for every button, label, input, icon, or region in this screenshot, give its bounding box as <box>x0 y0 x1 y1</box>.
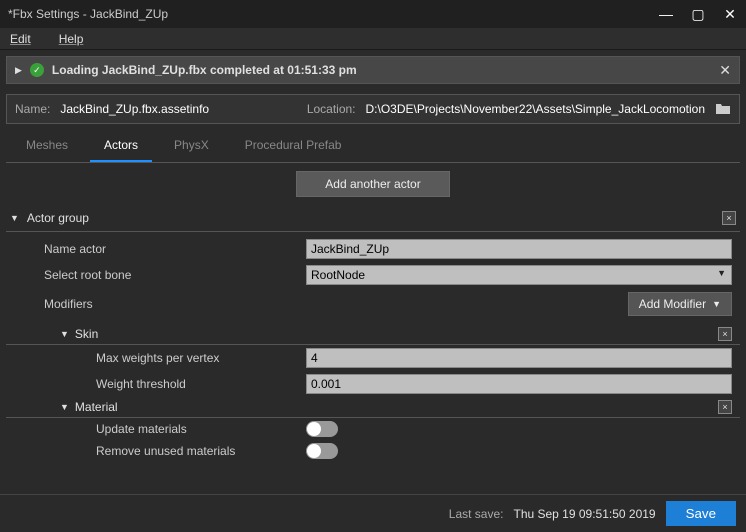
remove-actor-group-button[interactable]: × <box>722 211 736 225</box>
remove-unused-materials-toggle[interactable] <box>306 443 338 459</box>
maximize-button[interactable]: ▢ <box>690 6 706 23</box>
max-weights-label: Max weights per vertex <box>6 351 306 365</box>
footer: Last save: Thu Sep 19 09:51:50 2019 Save <box>0 494 746 532</box>
chevron-down-icon: ▼ <box>712 299 721 309</box>
remove-unused-materials-label: Remove unused materials <box>6 444 306 458</box>
remove-material-button[interactable]: × <box>718 400 732 414</box>
tab-actors[interactable]: Actors <box>90 130 152 162</box>
remove-skin-button[interactable]: × <box>718 327 732 341</box>
select-root-bone-dropdown[interactable] <box>306 265 732 285</box>
material-section-header: ▼ Material × <box>6 397 740 418</box>
file-info-row: Name: JackBind_ZUp.fbx.assetinfo Locatio… <box>6 94 740 124</box>
dismiss-banner-button[interactable]: ✕ <box>719 62 731 79</box>
tab-physx[interactable]: PhysX <box>160 130 223 162</box>
open-folder-icon[interactable] <box>715 101 731 117</box>
skin-expander-icon[interactable]: ▼ <box>60 329 69 339</box>
name-actor-label: Name actor <box>6 242 306 256</box>
actor-group-header: ▼ Actor group × <box>6 205 740 232</box>
location-value: D:\O3DE\Projects\November22\Assets\Simpl… <box>366 102 705 116</box>
save-button[interactable]: Save <box>666 501 736 526</box>
location-label: Location: <box>307 102 356 116</box>
actors-panel: ▼ Actor group × Name actor Select root b… <box>0 205 746 494</box>
tab-meshes[interactable]: Meshes <box>12 130 82 162</box>
update-materials-toggle[interactable] <box>306 421 338 437</box>
name-actor-input[interactable] <box>306 239 732 259</box>
status-banner: ▶ ✓ Loading JackBind_ZUp.fbx completed a… <box>6 56 740 84</box>
actor-group-form: Name actor Select root bone Modifiers Ad… <box>6 232 740 466</box>
add-another-bar: Add another actor <box>0 163 746 205</box>
add-another-actor-button[interactable]: Add another actor <box>296 171 449 197</box>
add-modifier-button[interactable]: Add Modifier ▼ <box>628 292 732 316</box>
name-value: JackBind_ZUp.fbx.assetinfo <box>60 102 209 116</box>
expand-chevron-icon[interactable]: ▶ <box>15 65 22 76</box>
actor-group-expander-icon[interactable]: ▼ <box>10 213 19 223</box>
select-root-bone-label: Select root bone <box>6 268 306 282</box>
success-icon: ✓ <box>30 63 44 77</box>
update-materials-label: Update materials <box>6 422 306 436</box>
skin-title: Skin <box>75 327 712 341</box>
material-expander-icon[interactable]: ▼ <box>60 402 69 412</box>
modifiers-label: Modifiers <box>44 297 628 311</box>
menu-help[interactable]: Help <box>59 32 84 46</box>
actor-group-title: Actor group <box>27 211 714 225</box>
tab-procedural-prefab[interactable]: Procedural Prefab <box>231 130 356 162</box>
window-controls: — ▢ ✕ <box>658 6 738 23</box>
titlebar: *Fbx Settings - JackBind_ZUp — ▢ ✕ <box>0 0 746 28</box>
window-title: *Fbx Settings - JackBind_ZUp <box>8 7 658 21</box>
status-message: Loading JackBind_ZUp.fbx completed at 01… <box>52 63 711 77</box>
name-label: Name: <box>15 102 50 116</box>
skin-section-header: ▼ Skin × <box>6 324 740 345</box>
last-save-value: Thu Sep 19 09:51:50 2019 <box>513 507 655 521</box>
last-save-label: Last save: <box>449 507 504 521</box>
material-title: Material <box>75 400 712 414</box>
menubar: Edit Help <box>0 28 746 50</box>
max-weights-input[interactable] <box>306 348 732 368</box>
close-button[interactable]: ✕ <box>722 6 738 23</box>
weight-threshold-input[interactable] <box>306 374 732 394</box>
weight-threshold-label: Weight threshold <box>6 377 306 391</box>
tabs: Meshes Actors PhysX Procedural Prefab <box>6 130 740 163</box>
minimize-button[interactable]: — <box>658 6 674 22</box>
menu-edit[interactable]: Edit <box>10 32 31 46</box>
